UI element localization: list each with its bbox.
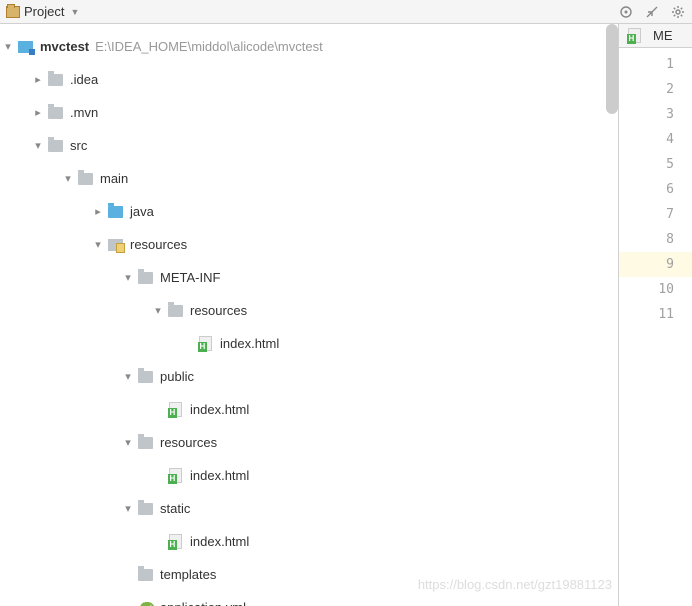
node-label: templates [160,567,216,582]
tree-row[interactable]: ▾ resources [0,426,618,459]
node-label: application.yml [160,600,246,606]
line-number: 9 [619,252,692,277]
line-number-gutter: 1234567891011 [619,48,692,606]
folder-icon [46,105,64,121]
node-label: index.html [220,336,279,351]
node-label: java [130,204,154,219]
html-file-icon [196,336,214,352]
module-icon [16,39,34,55]
blank-arrow [150,468,166,484]
project-tool-window-label[interactable]: Project ▼ [6,4,618,19]
collapse-icon[interactable] [644,4,660,20]
chevron-down-icon[interactable]: ▾ [60,171,76,187]
tree-row[interactable]: index.html [0,459,618,492]
chevron-right-icon[interactable]: ▸ [90,204,106,220]
tree-row[interactable]: ▸ .mvn [0,96,618,129]
line-number: 10 [619,277,692,302]
html-file-icon [166,468,184,484]
chevron-down-icon[interactable]: ▾ [120,369,136,385]
tab-label: ME [653,28,673,43]
folder-icon [166,303,184,319]
tree-row[interactable]: ▸ .idea [0,63,618,96]
line-number: 7 [619,202,692,227]
chevron-right-icon[interactable]: ▸ [30,105,46,121]
node-label: resources [130,237,187,252]
folder-icon [136,501,154,517]
vertical-scrollbar[interactable] [606,24,618,114]
node-label: src [70,138,87,153]
node-label: static [160,501,190,516]
node-label: .idea [70,72,98,87]
line-number: 4 [619,127,692,152]
html-file-icon [625,28,643,44]
node-label: .mvn [70,105,98,120]
folder-icon [76,171,94,187]
blank-arrow [150,534,166,550]
node-label: resources [160,435,217,450]
tree-row[interactable]: ▾ public [0,360,618,393]
chevron-down-icon[interactable]: ▾ [30,138,46,154]
node-label: resources [190,303,247,318]
folder-icon [136,270,154,286]
tree-row[interactable]: ▾ META-INF [0,261,618,294]
resources-folder-icon [106,237,124,253]
project-tree[interactable]: ▾ mvctest E:\IDEA_HOME\middol\alicode\mv… [0,24,618,606]
tree-row-root[interactable]: ▾ mvctest E:\IDEA_HOME\middol\alicode\mv… [0,30,618,63]
node-label: index.html [190,534,249,549]
line-number: 3 [619,102,692,127]
folder-icon [46,138,64,154]
chevron-down-icon[interactable]: ▾ [150,303,166,319]
tree-row[interactable]: index.html [0,393,618,426]
folder-icon [136,435,154,451]
node-label: index.html [190,468,249,483]
chevron-down-icon[interactable]: ▾ [0,39,16,55]
project-toolbar: Project ▼ [0,0,692,24]
folder-icon [136,567,154,583]
tree-row[interactable]: ▸ java [0,195,618,228]
locate-icon[interactable] [618,4,634,20]
folder-icon [136,369,154,385]
yml-file-icon [136,600,154,606]
tool-window-title: Project [24,4,64,19]
tree-row[interactable]: ▾ src [0,129,618,162]
tree-row[interactable]: ▾ static [0,492,618,525]
tree-row[interactable]: index.html [0,327,618,360]
source-folder-icon [106,204,124,220]
node-label: index.html [190,402,249,417]
tree-row[interactable]: ▾ resources [0,294,618,327]
html-file-icon [166,534,184,550]
tree-row[interactable]: ▾ resources [0,228,618,261]
line-number: 11 [619,302,692,327]
chevron-right-icon[interactable]: ▸ [30,72,46,88]
folder-icon [46,72,64,88]
line-number: 5 [619,152,692,177]
line-number: 1 [619,52,692,77]
node-path: E:\IDEA_HOME\middol\alicode\mvctest [95,39,323,54]
editor-pane: ME 1234567891011 [618,24,692,606]
node-label: mvctest [40,39,89,54]
chevron-down-icon[interactable]: ▾ [120,270,136,286]
chevron-down-icon[interactable]: ▾ [120,501,136,517]
blank-arrow [120,567,136,583]
chevron-down-icon[interactable]: ▾ [120,435,136,451]
tree-row[interactable]: index.html [0,525,618,558]
editor-tab[interactable]: ME [619,24,692,48]
line-number: 8 [619,227,692,252]
node-label: META-INF [160,270,220,285]
blank-arrow [180,336,196,352]
watermark-text: https://blog.csdn.net/gzt19881123 [418,577,612,592]
blank-arrow [120,600,136,606]
tree-row[interactable]: ▾ main [0,162,618,195]
line-number: 6 [619,177,692,202]
gear-icon[interactable] [670,4,686,20]
chevron-down-icon[interactable]: ▾ [90,237,106,253]
tree-row[interactable]: application.yml [0,591,618,606]
chevron-down-icon[interactable]: ▼ [70,7,79,17]
blank-arrow [150,402,166,418]
html-file-icon [166,402,184,418]
project-icon [6,6,20,18]
node-label: public [160,369,194,384]
line-number: 2 [619,77,692,102]
node-label: main [100,171,128,186]
